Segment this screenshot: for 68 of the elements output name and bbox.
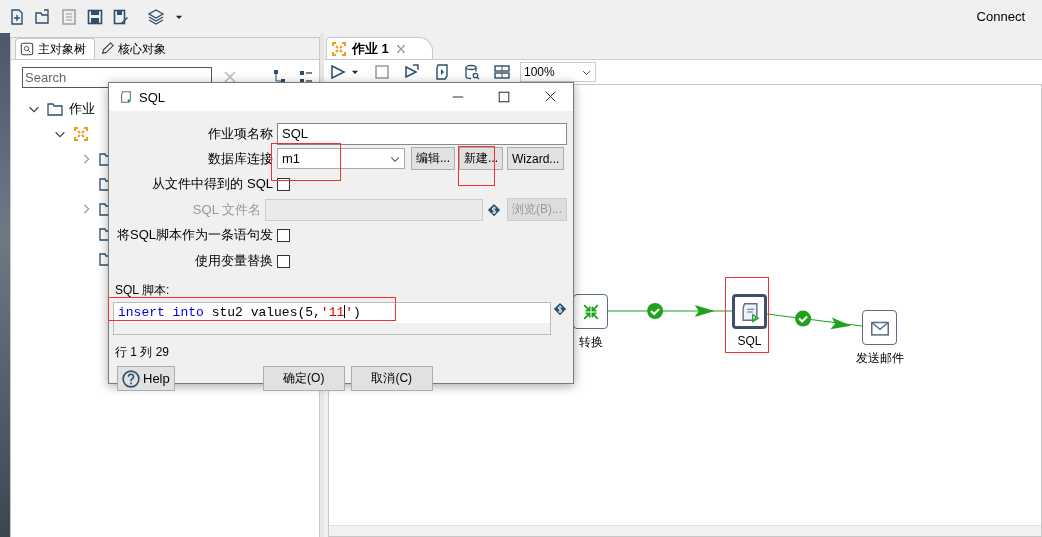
collapse-tree-icon[interactable] xyxy=(298,69,314,85)
variable-icon xyxy=(487,202,501,217)
dialog-button[interactable]: 取消(C) xyxy=(350,366,433,391)
scrollbar[interactable] xyxy=(114,323,550,334)
job-icon xyxy=(73,125,89,142)
checkbox[interactable] xyxy=(277,177,290,191)
variable-icon xyxy=(553,302,567,316)
pencil-icon xyxy=(100,42,114,56)
dialog-button[interactable]: Wizard... xyxy=(507,147,565,170)
mail-node[interactable] xyxy=(862,310,897,345)
name-field[interactable]: SQL xyxy=(277,122,567,145)
field-label: 使用变量替换 xyxy=(194,252,274,270)
layers-icon[interactable] xyxy=(148,8,164,25)
grid-icon[interactable] xyxy=(494,64,510,80)
node-label: 发送邮件 xyxy=(855,350,904,367)
save-as-icon[interactable] xyxy=(113,8,129,25)
folder-icon xyxy=(47,100,63,117)
replay-icon[interactable] xyxy=(404,64,420,80)
dialog-button[interactable]: 编辑... xyxy=(411,147,455,170)
sql-code: insert into stu2 values(5,'11') xyxy=(117,304,362,322)
node-label: SQL xyxy=(737,334,762,348)
help-button[interactable]: Help xyxy=(117,366,175,391)
expand-tree-icon[interactable] xyxy=(272,69,288,85)
folder-icon xyxy=(99,225,108,242)
scrollbar[interactable] xyxy=(329,525,1041,536)
editor-tab[interactable]: 作业 1 xyxy=(326,37,433,59)
database-search-icon[interactable] xyxy=(464,64,480,80)
folder-icon xyxy=(99,250,108,267)
search-icon xyxy=(20,42,34,56)
folder-icon xyxy=(99,175,108,192)
dialog-button[interactable]: 确定(O) xyxy=(262,366,345,391)
help-icon xyxy=(122,369,140,388)
folder-icon xyxy=(99,200,108,217)
dialog-title: SQL xyxy=(139,89,165,105)
transformation-node[interactable] xyxy=(573,294,608,329)
checkbox[interactable] xyxy=(277,254,290,268)
zoom-select[interactable]: 100% xyxy=(520,62,596,82)
save-icon[interactable] xyxy=(87,8,103,25)
close-icon[interactable] xyxy=(543,90,557,103)
open-folder-icon[interactable] xyxy=(35,8,51,25)
field-label: SQL 文件名 xyxy=(191,200,262,219)
connect-button[interactable]: Connect xyxy=(976,9,1025,24)
success-icon xyxy=(795,310,812,327)
panel-tab[interactable]: 核心对象 xyxy=(95,38,175,59)
cursor-position: 行 1 列 29 xyxy=(114,344,171,359)
sql-script-icon xyxy=(119,90,133,104)
connection-select[interactable]: m1 xyxy=(277,148,405,169)
hop-arrow[interactable] xyxy=(607,305,733,317)
new-file-icon[interactable] xyxy=(9,8,25,25)
run-icon[interactable] xyxy=(330,64,346,80)
clear-icon[interactable] xyxy=(222,69,238,85)
panel-tab[interactable]: 主对象树 xyxy=(15,38,95,59)
field-label: 作业项名称 xyxy=(207,124,274,143)
maximize-icon[interactable] xyxy=(497,90,511,104)
job-icon xyxy=(331,40,347,57)
field-label: 将SQL脚本作为一条语句发 xyxy=(116,226,274,244)
hop-arrow[interactable] xyxy=(766,313,863,330)
dialog-button[interactable]: 新建... xyxy=(459,147,504,170)
field-label: 从文件中得到的 SQL xyxy=(151,175,274,193)
node-label: 转换 xyxy=(578,334,603,351)
checkbox[interactable] xyxy=(277,228,290,242)
folder-icon xyxy=(99,150,108,167)
sql-script-node[interactable] xyxy=(732,294,767,329)
script-icon[interactable] xyxy=(434,64,450,80)
sql-editor[interactable]: insert into stu2 values(5,'11') xyxy=(113,302,551,335)
success-icon xyxy=(647,303,664,319)
tree-item[interactable]: 作业 xyxy=(69,99,95,118)
script-label: SQL 脚本: xyxy=(114,282,171,299)
